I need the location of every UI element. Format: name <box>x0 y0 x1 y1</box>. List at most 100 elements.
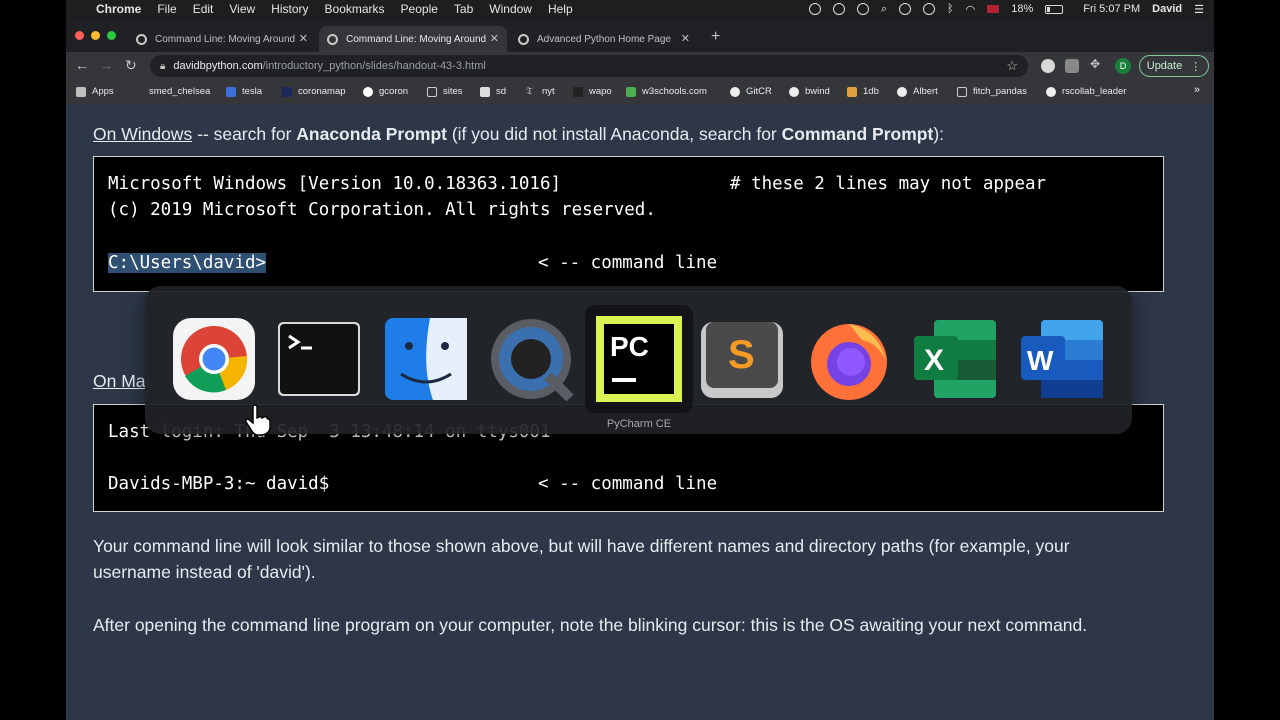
extension-icon-2[interactable] <box>1065 59 1079 73</box>
menu-history[interactable]: History <box>271 2 308 16</box>
on-windows-link[interactable]: On Windows <box>93 124 192 144</box>
svg-text:X: X <box>924 344 944 377</box>
bookmark-coronamap[interactable]: coronamap <box>282 86 346 97</box>
quicktime-app-icon[interactable] <box>488 316 574 402</box>
bookmark-1db[interactable]: 1db <box>847 86 879 97</box>
more-bookmarks-icon[interactable]: » <box>1194 84 1200 96</box>
bookmark-sd[interactable]: sd <box>480 86 506 97</box>
minimize-window-button[interactable] <box>91 31 100 40</box>
battery-icon[interactable] <box>1045 4 1064 14</box>
bookmark-tesla[interactable]: tesla <box>226 86 262 97</box>
battery-percent[interactable]: 18% <box>1011 3 1033 15</box>
bookmark-label: Apps <box>92 86 114 97</box>
lock-icon[interactable]: 🔒︎ <box>160 61 165 72</box>
bookmark-w3schools[interactable]: w3schools.com <box>626 86 707 97</box>
back-icon[interactable]: ← <box>75 57 89 73</box>
menu-view[interactable]: View <box>229 2 255 16</box>
bookmark-label: w3schools.com <box>642 86 707 97</box>
new-tab-icon[interactable]: + <box>711 28 720 46</box>
control-center-icon[interactable]: ☰ <box>1194 3 1204 16</box>
close-tab-icon[interactable]: ✕ <box>299 32 308 45</box>
globe-icon <box>897 86 907 97</box>
mac-prompt: Davids-MBP-3:~ david$ <box>108 474 330 494</box>
svg-text:S: S <box>728 333 755 377</box>
chrome-app-icon[interactable] <box>171 316 257 402</box>
finder-app-icon[interactable] <box>383 316 469 402</box>
code-line: (c) 2019 Microsoft Corporation. All righ… <box>108 200 656 220</box>
update-button[interactable]: Update ⋮ <box>1139 55 1209 77</box>
tab-command-line-1[interactable]: Command Line: Moving Around ✕ <box>128 26 316 52</box>
menu-bookmarks[interactable]: Bookmarks <box>325 2 385 16</box>
globe-icon <box>518 33 529 45</box>
bookmark-fitch-pandas[interactable]: fitch_pandas <box>957 86 1027 97</box>
record-status-icon[interactable] <box>808 3 821 15</box>
browser-tab-strip: Command Line: Moving Around ✕ Command Li… <box>66 18 1214 52</box>
tab-advanced-python[interactable]: Advanced Python Home Page ✕ <box>510 26 698 52</box>
bookmark-rscollab-leader[interactable]: rscollab_leader <box>1046 86 1126 97</box>
extension-icon-1[interactable] <box>1041 59 1055 73</box>
address-bar[interactable]: 🔒︎ davidbpython.com /introductory_python… <box>150 55 1028 77</box>
terminal-app-icon[interactable] <box>276 316 362 402</box>
siri-icon[interactable] <box>923 3 936 15</box>
bookmark-label: sites <box>443 86 463 97</box>
menu-file[interactable]: File <box>157 2 176 16</box>
command-prompt-label: Command Prompt <box>781 124 934 144</box>
tab-title: Command Line: Moving Around <box>346 33 486 45</box>
bookmark-apps[interactable]: Apps <box>76 86 114 97</box>
bookmark-gcoron[interactable]: gcoron <box>363 86 408 97</box>
clock[interactable]: Fri 5:07 PM <box>1083 3 1140 15</box>
globe-icon <box>789 86 799 97</box>
bookmark-star-icon[interactable]: ☆ <box>1006 58 1018 74</box>
close-tab-icon[interactable]: ✕ <box>490 32 499 45</box>
user-name[interactable]: David <box>1152 3 1182 15</box>
globe-icon <box>327 33 338 45</box>
windows-text-2: (if you did not install Anaconda, search… <box>446 124 782 144</box>
cloud-status-icon[interactable] <box>832 3 845 15</box>
bookmark-wapo[interactable]: wapo <box>573 86 612 97</box>
spotlight-search-icon[interactable]: ⌕ <box>881 3 887 16</box>
bookmark-label: 1db <box>863 86 879 97</box>
profile-avatar[interactable]: D <box>1115 58 1131 74</box>
bookmark-smed-chelsea[interactable]: smed_chelsea <box>149 86 210 97</box>
close-tab-icon[interactable]: ✕ <box>681 32 690 45</box>
reload-icon[interactable]: ↻ <box>125 57 137 74</box>
menu-window[interactable]: Window <box>489 2 532 16</box>
tab-command-line-active[interactable]: Command Line: Moving Around ✕ <box>319 26 507 52</box>
menu-help[interactable]: Help <box>548 2 573 16</box>
extensions-puzzle-icon[interactable]: ✥ <box>1090 57 1104 71</box>
command-line-annotation: < -- command line <box>538 253 718 273</box>
sublime-text-app-icon[interactable]: S <box>699 316 785 402</box>
excel-app-icon[interactable]: X <box>912 316 998 402</box>
update-label: Update <box>1146 60 1183 72</box>
word-app-icon[interactable]: W <box>1019 316 1105 402</box>
menu-tab[interactable]: Tab <box>454 2 473 16</box>
bookmark-albert[interactable]: Albert <box>897 86 938 97</box>
coronamap-icon <box>282 86 292 97</box>
close-window-button[interactable] <box>75 31 84 40</box>
selected-app-label: PyCharm CE <box>606 418 672 430</box>
bookmark-gitcr[interactable]: GitCR <box>730 86 772 97</box>
code-line: Microsoft Windows [Version 10.0.18363.10… <box>108 174 562 194</box>
firefox-app-icon[interactable] <box>806 316 892 402</box>
time-machine-icon[interactable] <box>899 3 912 15</box>
windows-code-block: Microsoft Windows [Version 10.0.18363.10… <box>93 156 1164 292</box>
bookmark-sites[interactable]: sites <box>427 86 463 97</box>
pycharm-app-icon[interactable]: PC <box>596 316 682 402</box>
bookmark-nyt[interactable]: 𝔗nyt <box>526 86 555 97</box>
anaconda-prompt-label: Anaconda Prompt <box>296 124 447 144</box>
bluetooth-icon[interactable]: ᛒ <box>947 3 954 15</box>
wifi-icon[interactable]: ◠ <box>966 3 976 16</box>
menu-edit[interactable]: Edit <box>193 2 214 16</box>
forward-icon[interactable]: → <box>99 57 113 73</box>
on-mac-link[interactable]: On Ma <box>93 371 146 391</box>
tab-title: Command Line: Moving Around <box>155 33 295 45</box>
bookmark-bwind[interactable]: bwind <box>789 86 830 97</box>
vpn-status-icon[interactable] <box>856 3 869 15</box>
zoom-window-button[interactable] <box>107 31 116 40</box>
menu-people[interactable]: People <box>401 2 438 16</box>
menu-app-name[interactable]: Chrome <box>96 2 141 16</box>
bookmark-label: smed_chelsea <box>149 86 211 97</box>
sd-icon <box>480 86 490 97</box>
more-menu-icon[interactable]: ⋮ <box>1190 60 1201 73</box>
input-flag-icon[interactable] <box>987 5 1000 13</box>
